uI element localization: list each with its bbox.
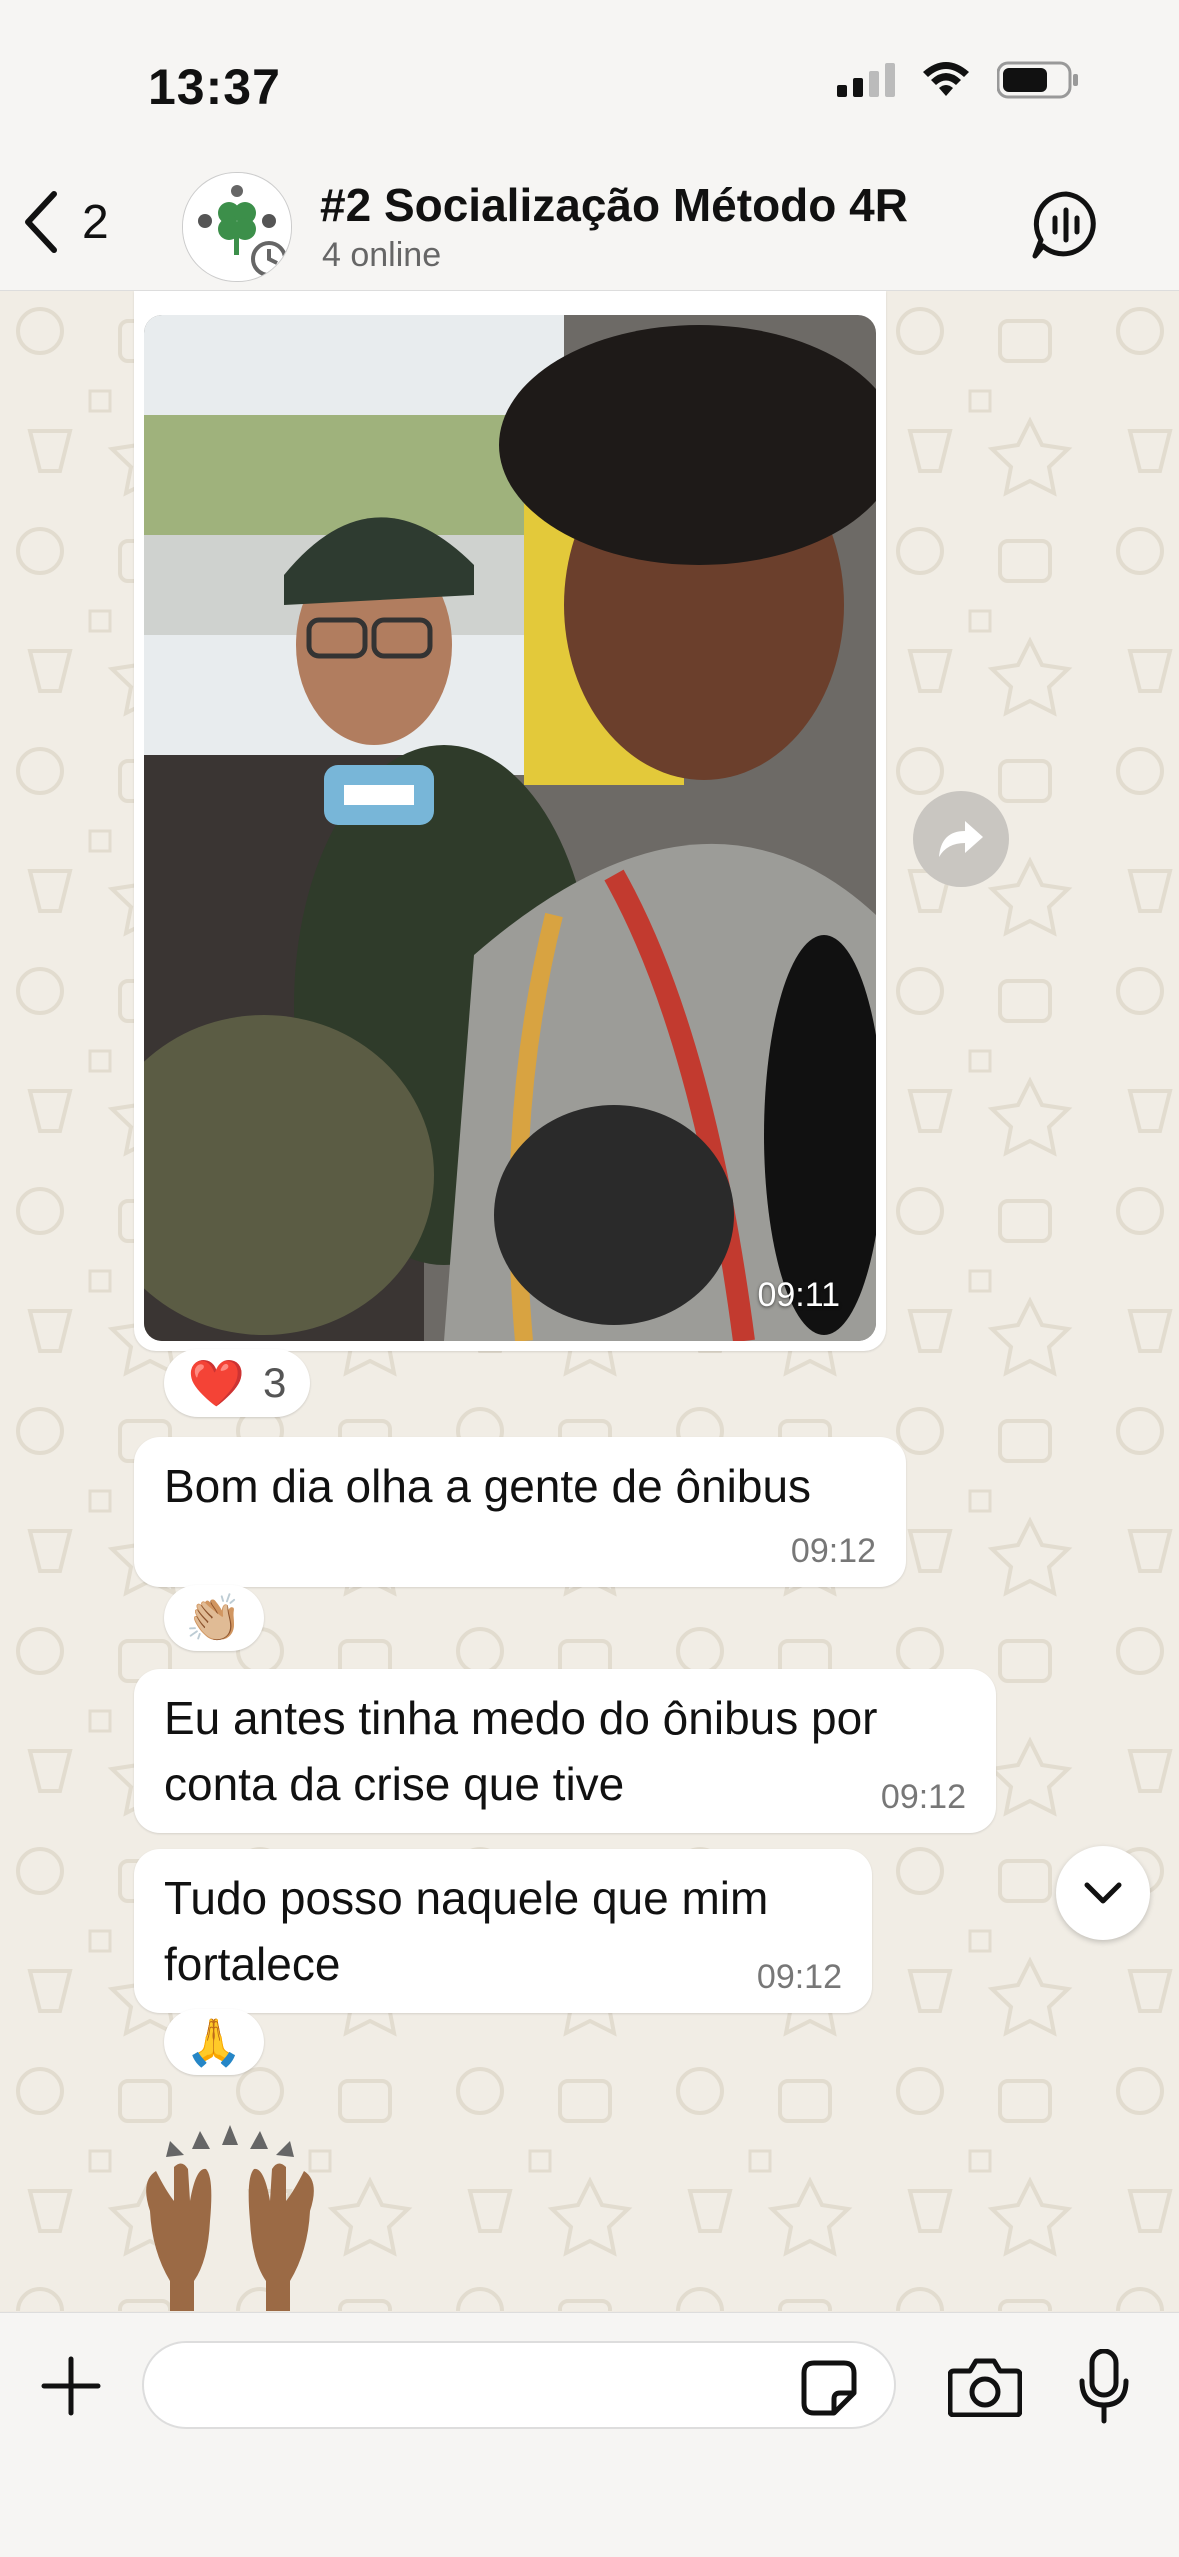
composer-bar [0,2312,1179,2557]
message-text: Bom dia olha a gente de ônibus [164,1460,812,1512]
photo[interactable]: 09:11 [144,315,876,1341]
camera-icon [947,2358,1023,2418]
plus-icon [41,2356,101,2416]
message-time: 09:11 [757,1276,840,1314]
mic-button[interactable] [1078,2348,1130,2430]
message-time: 09:12 [880,1778,966,1816]
message-time: 09:12 [790,1532,876,1570]
back-button[interactable]: 2 [22,190,109,254]
reaction-count: 3 [262,1359,287,1406]
reaction-badge[interactable]: 🙏 [164,2009,264,2075]
battery-icon [997,61,1078,99]
clap-reaction: 👏🏼 [185,1591,243,1644]
group-call-button[interactable] [1031,190,1101,265]
sticker-icon [801,2360,857,2416]
group-avatar[interactable] [182,172,292,282]
camera-button[interactable] [947,2357,1023,2422]
scroll-down-button[interactable] [1056,1846,1150,1940]
forward-icon [939,821,983,857]
message-text: Eu antes tinha medo do ônibus por conta … [164,1692,878,1810]
reaction-badge[interactable]: 👏🏼 [164,1585,264,1651]
attach-button[interactable] [40,2355,102,2422]
text-message[interactable]: Eu antes tinha medo do ônibus por conta … [134,1669,996,1833]
chevron-down-icon [1084,1882,1122,1904]
reaction-badge[interactable]: ❤️ 3 [164,1349,310,1417]
wifi-icon [923,62,969,96]
pray-reaction: 🙏 [185,2015,243,2068]
chevron-left-icon [25,191,57,253]
text-message[interactable]: Bom dia olha a gente de ônibus 09:12 [134,1437,906,1587]
status-bar: 13:37 [0,0,1179,160]
status-time: 13:37 [148,59,281,115]
message-time: 09:12 [756,1958,842,1996]
bus-selfie-photo [144,315,876,1341]
raising-hands-icon [146,2125,314,2311]
group-call-icon [1032,191,1096,259]
online-status: 4 online [322,236,442,274]
message-input[interactable] [142,2341,896,2429]
status-icons [837,60,1079,100]
chat-header: 2 #2 Socialização Método 4R 4 online [0,160,1179,291]
unread-count: 2 [82,195,109,249]
sticker-button[interactable] [800,2359,858,2422]
image-message[interactable]: 09:11 [134,291,886,1351]
text-message[interactable]: Tudo posso naquele que mim fortalece 09:… [134,1849,872,2013]
message-list[interactable]: 09:11 ❤️ 3 Bom dia olha a gente de ônibu… [0,291,1179,2311]
forward-button[interactable] [913,791,1009,887]
clover-logo-icon [183,173,291,281]
heart-reaction: ❤️ [187,1356,245,1409]
emoji-message[interactable] [130,2121,330,2311]
message-text: Tudo posso naquele que mim fortalece [164,1872,769,1990]
chat-title[interactable]: #2 Socialização Método 4R [320,178,908,232]
signal-icon [837,63,895,97]
mic-icon [1079,2348,1129,2424]
